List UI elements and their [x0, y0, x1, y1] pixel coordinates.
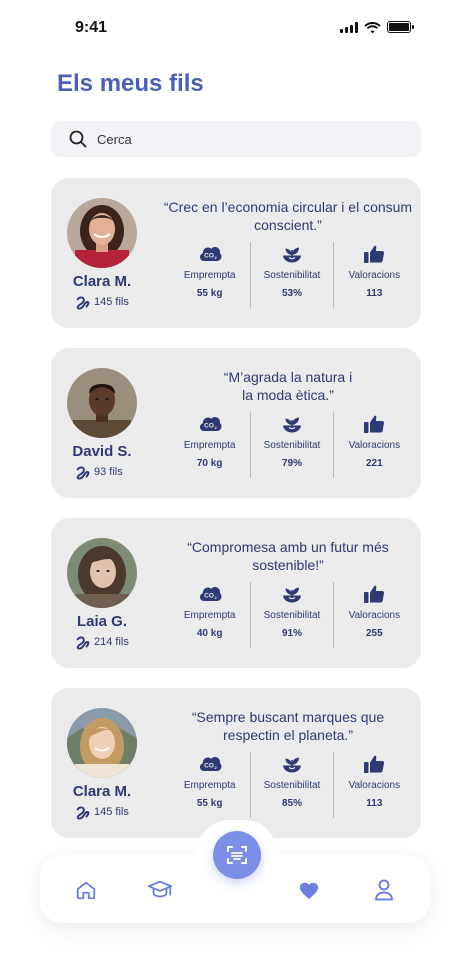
page-title: Els meus fils [57, 70, 204, 97]
user-name: Laia G. [76, 613, 128, 630]
avatar [67, 198, 137, 268]
search-input[interactable]: Cerca [51, 121, 421, 157]
nav-profile[interactable] [371, 877, 397, 903]
status-time: 9:41 [75, 19, 108, 36]
thumbs-up-icon [362, 752, 386, 776]
stat-footprint: Emprempta 55 kg [169, 752, 250, 818]
ratings-value: 113 [366, 798, 383, 809]
plant-bowl-icon [280, 582, 304, 606]
stats-row: Emprempta 55 kg Sostenibilitat 85% Valor… [169, 752, 415, 818]
search-icon [69, 130, 87, 148]
graduation-cap-icon [147, 880, 173, 898]
co2-cloud-icon [198, 412, 222, 436]
avatar [67, 538, 137, 608]
status-bar: 9:41 [0, 0, 471, 56]
thread-icon [75, 464, 91, 480]
user-card[interactable]: Laia G. 214 fils “Compromesa amb un futu… [51, 518, 421, 668]
ratings-value: 113 [366, 288, 383, 299]
sustainability-value: 91% [281, 628, 302, 639]
stat-ratings: Valoracions 113 [332, 242, 415, 308]
stat-ratings: Valoracions 113 [332, 752, 415, 818]
threads-count: 93 fils [75, 464, 123, 480]
thumbs-up-icon [362, 412, 386, 436]
plant-bowl-icon [280, 752, 304, 776]
stat-footprint: Emprempta 70 kg [169, 412, 250, 478]
user-quote: “Sempre buscant marques que respectin el… [191, 709, 385, 743]
search-placeholder: Cerca [97, 131, 132, 147]
sustainability-value: 53% [281, 288, 302, 299]
threads-count: 145 fils [75, 294, 129, 310]
nav-home[interactable] [73, 877, 99, 903]
avatar [67, 708, 137, 778]
user-card[interactable]: Clara M. 145 fils “Crec en l’economia ci… [51, 178, 421, 328]
battery-icon [387, 21, 414, 33]
stat-sustainability: Sostenibilitat 79% [250, 412, 332, 478]
stats-row: Emprempta 40 kg Sostenibilitat 91% Valor… [169, 582, 415, 648]
stat-sustainability: Sostenibilitat 85% [250, 752, 332, 818]
thread-icon [75, 634, 91, 650]
avatar [67, 368, 137, 438]
thumbs-up-icon [362, 582, 386, 606]
plant-bowl-icon [280, 412, 304, 436]
ratings-value: 255 [365, 628, 383, 639]
user-card[interactable]: Clara M. 145 fils “Sempre buscant marque… [51, 688, 421, 838]
footprint-value: 55 kg [196, 288, 223, 299]
nav-learn[interactable] [147, 877, 173, 903]
stat-ratings: Valoracions 255 [332, 582, 415, 648]
nav-favorites[interactable] [296, 877, 322, 903]
co2-cloud-icon [198, 582, 222, 606]
thread-icon [75, 294, 91, 310]
user-quote: “M’agrada la natura i la moda ètica.” [223, 369, 353, 403]
thread-icon [75, 804, 91, 820]
stats-row: Emprempta 55 kg Sostenibilitat 53% Valor… [169, 242, 415, 308]
user-name: Clara M. [72, 273, 132, 290]
user-card[interactable]: David S. 93 fils “M’agrada la natura i l… [51, 348, 421, 498]
threads-count: 145 fils [75, 804, 129, 820]
stat-ratings: Valoracions 221 [332, 412, 415, 478]
wifi-icon [364, 22, 381, 33]
plant-bowl-icon [280, 242, 304, 266]
co2-cloud-icon [198, 752, 222, 776]
stat-sustainability: Sostenibilitat 91% [250, 582, 332, 648]
cellular-signal-icon [340, 21, 358, 33]
stat-sustainability: Sostenibilitat 53% [250, 242, 332, 308]
scan-icon [227, 846, 247, 864]
scan-button[interactable] [213, 831, 261, 879]
sustainability-value: 85% [281, 798, 302, 809]
footprint-value: 55 kg [196, 798, 223, 809]
home-icon [76, 881, 96, 900]
threads-count: 214 fils [75, 634, 129, 650]
stats-row: Emprempta 70 kg Sostenibilitat 79% Valor… [169, 412, 415, 478]
user-quote: “Crec en l’economia circular i el consum… [163, 199, 413, 233]
user-icon [375, 879, 393, 901]
ratings-value: 221 [365, 458, 383, 469]
user-name: Clara M. [72, 783, 132, 800]
co2-cloud-icon [198, 242, 222, 266]
footprint-value: 40 kg [196, 628, 223, 639]
status-icons [340, 21, 414, 33]
sustainability-value: 79% [281, 458, 302, 469]
thumbs-up-icon [362, 242, 386, 266]
stat-footprint: Emprempta 55 kg [169, 242, 250, 308]
heart-icon [299, 882, 319, 900]
user-name: David S. [72, 443, 132, 460]
stat-footprint: Emprempta 40 kg [169, 582, 250, 648]
footprint-value: 70 kg [196, 458, 223, 469]
user-quote: “Compromesa amb un futur més sostenible!… [187, 539, 389, 573]
